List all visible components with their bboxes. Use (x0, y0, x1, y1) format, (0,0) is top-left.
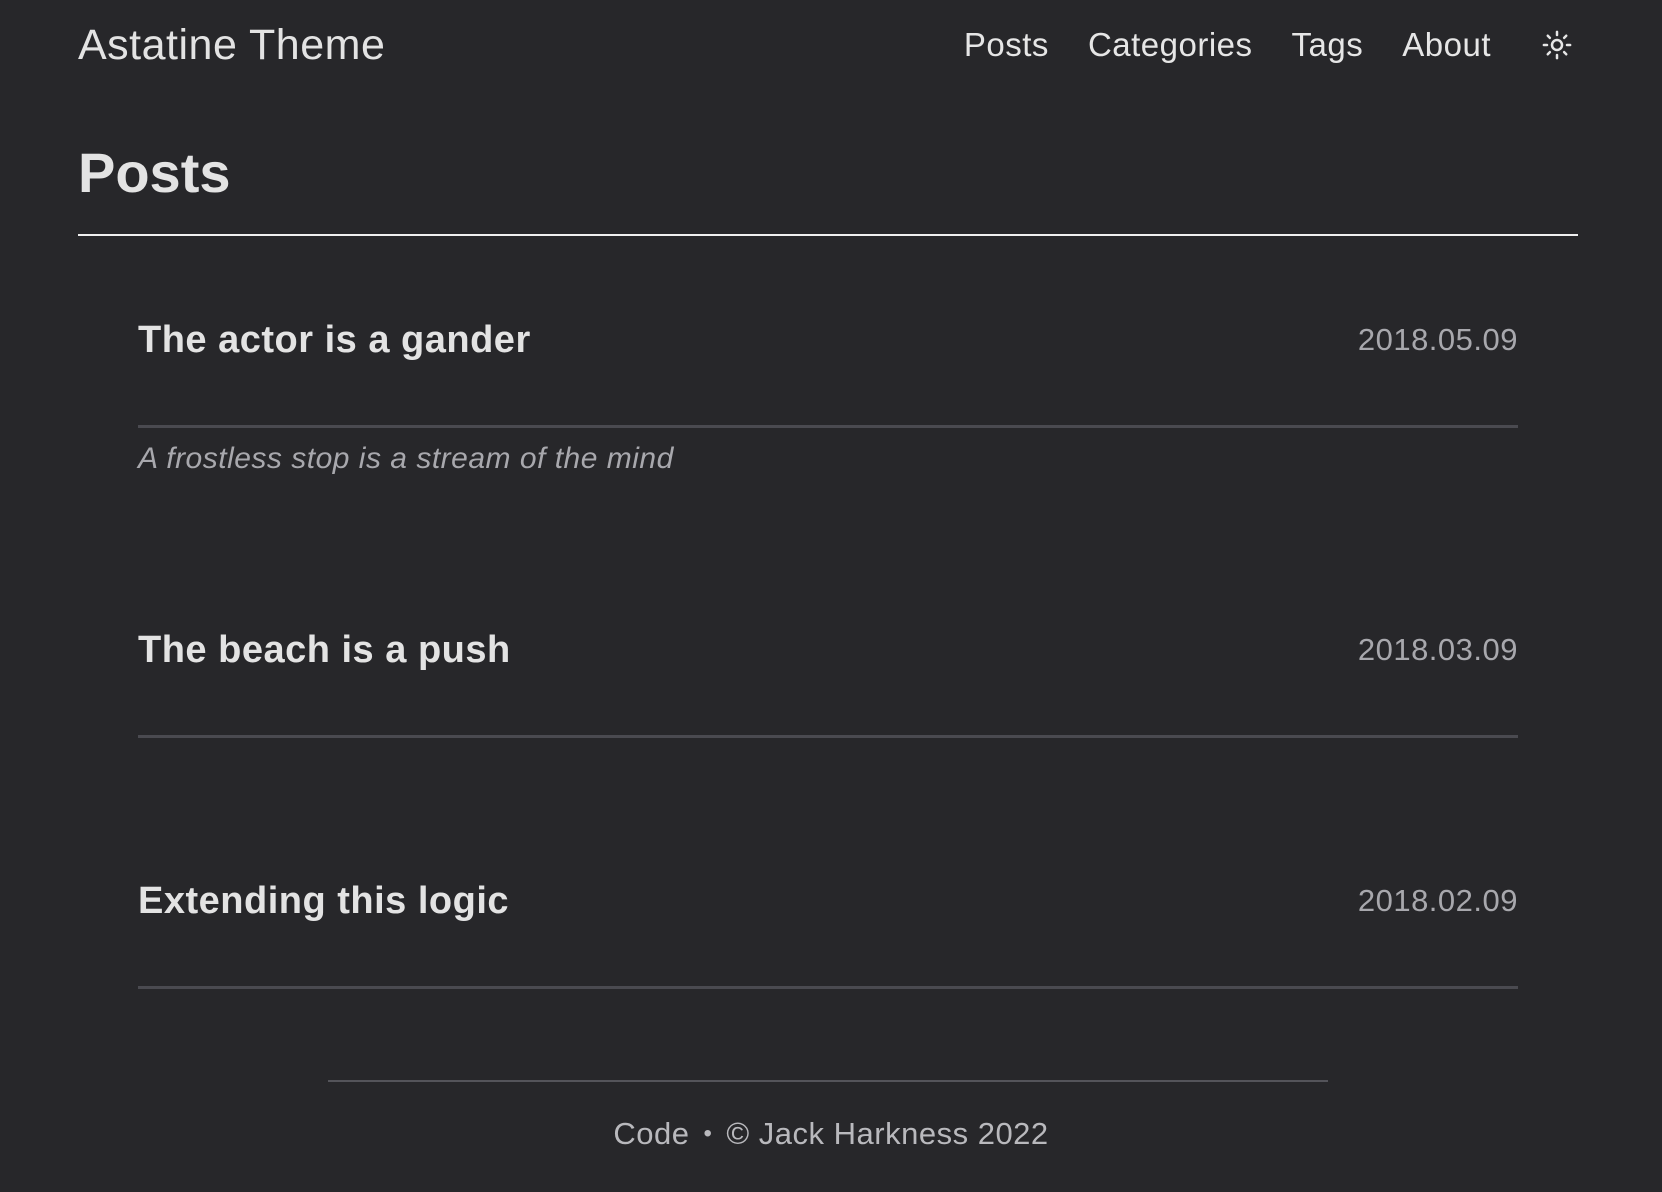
post-divider (138, 735, 1518, 738)
post-divider (138, 986, 1518, 989)
post-item: The actor is a gander 2018.05.09 A frost… (138, 315, 1518, 475)
post-date: 2018.03.09 (1357, 632, 1518, 667)
title-divider (78, 234, 1578, 236)
post-item: Extending this logic 2018.02.09 (138, 876, 1518, 989)
theme-toggle-button[interactable] (1540, 28, 1574, 62)
post-title-link[interactable]: The actor is a gander (138, 319, 531, 362)
page-title: Posts (78, 141, 231, 204)
footer-divider (328, 1080, 1328, 1082)
site-header: Astatine Theme Posts Categories Tags Abo… (78, 14, 1584, 76)
sun-icon (1542, 30, 1572, 60)
nav-item-categories[interactable]: Categories (1088, 26, 1253, 64)
post-title-link[interactable]: The beach is a push (138, 629, 511, 672)
post-title-link[interactable]: Extending this logic (138, 880, 509, 923)
nav-item-posts[interactable]: Posts (964, 26, 1049, 64)
site-title-link[interactable]: Astatine Theme (78, 21, 385, 70)
post-item: The beach is a push 2018.03.09 (138, 625, 1518, 738)
footer-separator: • (703, 1120, 713, 1147)
post-date: 2018.02.09 (1357, 883, 1518, 918)
code-link[interactable]: Code (613, 1116, 689, 1151)
site-footer: Code • © Jack Harkness 2022 (0, 1116, 1662, 1152)
post-divider (138, 425, 1518, 428)
post-summary: A frostless stop is a stream of the mind (138, 442, 674, 475)
nav-item-tags[interactable]: Tags (1292, 26, 1364, 64)
main-nav: Posts Categories Tags About (964, 26, 1574, 64)
copyright-text: © Jack Harkness 2022 (726, 1116, 1049, 1151)
nav-item-about[interactable]: About (1402, 26, 1491, 64)
post-date: 2018.05.09 (1357, 322, 1518, 357)
